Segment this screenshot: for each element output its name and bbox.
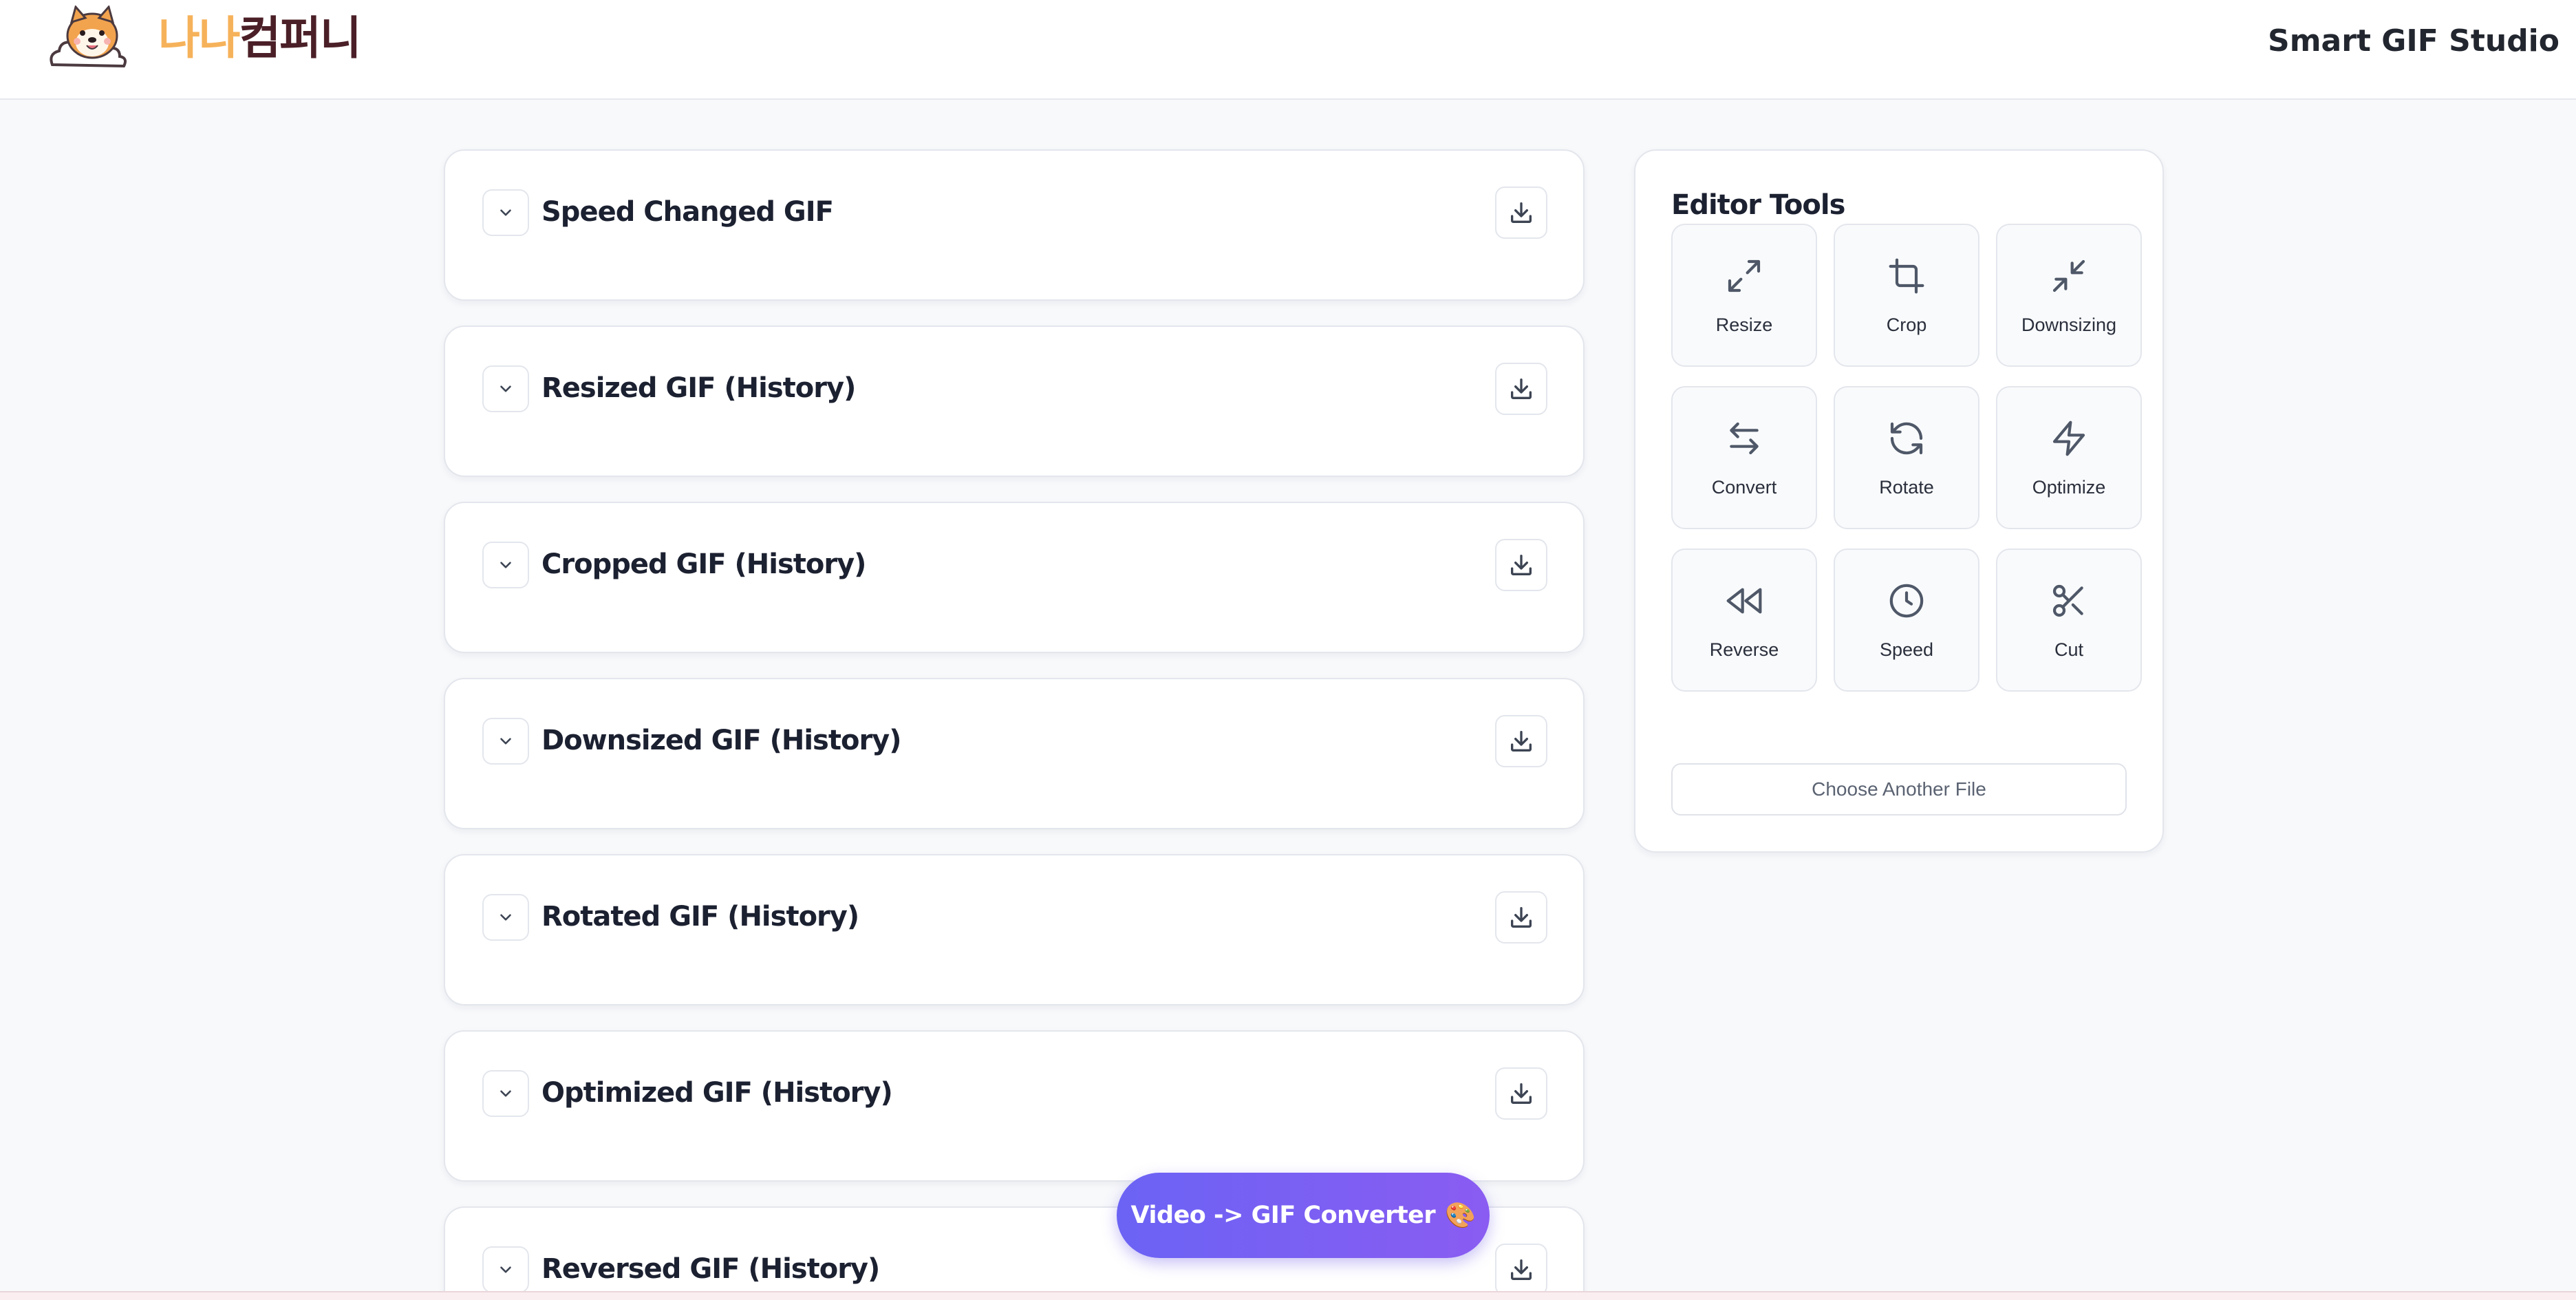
scissors-icon (2052, 584, 2083, 617)
card-title: Cropped GIF (History) (541, 548, 866, 580)
download-button[interactable] (1495, 1244, 1547, 1296)
tool-cut-button[interactable]: Cut (1996, 548, 2142, 692)
chevron-down-icon (500, 562, 511, 568)
editor-tools-panel: Editor Tools Resize Crop Downsizing Conv… (1634, 149, 2164, 853)
download-icon (1511, 1259, 1532, 1280)
collapse-toggle-button[interactable] (482, 1246, 529, 1293)
download-button[interactable] (1495, 891, 1547, 944)
collapse-toggle-button[interactable] (482, 1070, 529, 1117)
tool-label: Downsizing (2021, 315, 2117, 335)
download-button[interactable] (1495, 1067, 1547, 1120)
tool-label: Optimize (2032, 477, 2106, 498)
history-card-resized: Resized GIF (History) (444, 326, 1585, 477)
download-icon (1511, 555, 1532, 575)
history-card-cropped: Cropped GIF (History) (444, 502, 1585, 653)
card-title: Speed Changed GIF (541, 196, 834, 228)
collapse-toggle-button[interactable] (482, 894, 529, 941)
history-card-rotated: Rotated GIF (History) (444, 854, 1585, 1005)
card-title: Resized GIF (History) (541, 372, 856, 404)
tool-reverse-button[interactable]: Reverse (1671, 548, 1817, 692)
download-icon (1511, 1083, 1532, 1104)
tool-downsizing-button[interactable]: Downsizing (1996, 224, 2142, 367)
history-card-speed: Speed Changed GIF (444, 149, 1585, 301)
app-title: Smart GIF Studio (2268, 23, 2559, 58)
collapse-toggle-button[interactable] (482, 542, 529, 588)
chevron-down-icon (500, 738, 511, 745)
collapse-toggle-button[interactable] (482, 365, 529, 412)
download-button[interactable] (1495, 715, 1547, 767)
resize-icon (1728, 259, 1761, 292)
card-title: Optimized GIF (History) (541, 1077, 893, 1109)
tool-label: Resize (1715, 315, 1773, 335)
logo-text-part2: 컴퍼니 (239, 12, 361, 65)
download-icon (1511, 379, 1532, 399)
chevron-down-icon (500, 914, 511, 921)
rewind-icon (1726, 588, 1762, 614)
shiba-cloud-logo-icon (50, 6, 127, 68)
downsize-icon (2052, 259, 2085, 292)
tool-label: Cut (2054, 639, 2084, 660)
logo-text-part1: 나나 (158, 12, 240, 65)
tool-speed-button[interactable]: Speed (1834, 548, 1979, 692)
download-button[interactable] (1495, 539, 1547, 591)
chevron-down-icon (500, 1090, 511, 1097)
tool-label: Speed (1879, 639, 1934, 660)
editor-tools-title: Editor Tools (1671, 189, 1845, 221)
card-title: Downsized GIF (History) (541, 725, 902, 756)
history-card-optimized: Optimized GIF (History) (444, 1030, 1585, 1182)
tool-crop-button[interactable]: Crop (1834, 224, 1979, 367)
chevron-down-icon (500, 209, 511, 216)
crop-icon (1889, 258, 1924, 294)
chevron-down-icon (500, 1266, 511, 1273)
collapse-toggle-button[interactable] (482, 718, 529, 765)
video-to-gif-converter-button[interactable]: Video -> GIF Converter 🎨 (1117, 1173, 1490, 1258)
company-logo[interactable]: 나나컴퍼니 (45, 6, 362, 72)
top-header: 나나컴퍼니 Smart GIF Studio (0, 0, 2576, 100)
download-icon (1511, 202, 1532, 223)
rotate-icon (1890, 422, 1923, 455)
card-title: Reversed GIF (History) (541, 1253, 880, 1285)
tool-label: Convert (1711, 477, 1777, 498)
chevron-down-icon (500, 385, 511, 392)
tool-resize-button[interactable]: Resize (1671, 224, 1817, 367)
download-icon (1511, 907, 1532, 928)
download-button[interactable] (1495, 363, 1547, 415)
tool-optimize-button[interactable]: Optimize (1996, 386, 2142, 529)
history-card-downsized: Downsized GIF (History) (444, 678, 1585, 829)
download-icon (1511, 731, 1532, 752)
card-title: Rotated GIF (History) (541, 901, 859, 933)
tool-label: Crop (1886, 315, 1927, 335)
palette-icon: 🎨 (1445, 1202, 1476, 1230)
choose-another-file-button[interactable]: Choose Another File (1671, 763, 2127, 816)
lightning-icon (2052, 420, 2085, 456)
bottom-divider (0, 1291, 2576, 1300)
logo-wordmark: 나나컴퍼니 (158, 16, 362, 61)
tool-label: Reverse (1709, 639, 1779, 660)
download-button[interactable] (1495, 187, 1547, 239)
tool-convert-button[interactable]: Convert (1671, 386, 1817, 529)
convert-icon (1730, 422, 1759, 455)
tool-label: Rotate (1879, 477, 1934, 498)
collapse-toggle-button[interactable] (482, 189, 529, 236)
clock-icon (1889, 584, 1924, 618)
tool-rotate-button[interactable]: Rotate (1834, 386, 1979, 529)
fab-label: Video -> GIF Converter (1130, 1202, 1436, 1229)
